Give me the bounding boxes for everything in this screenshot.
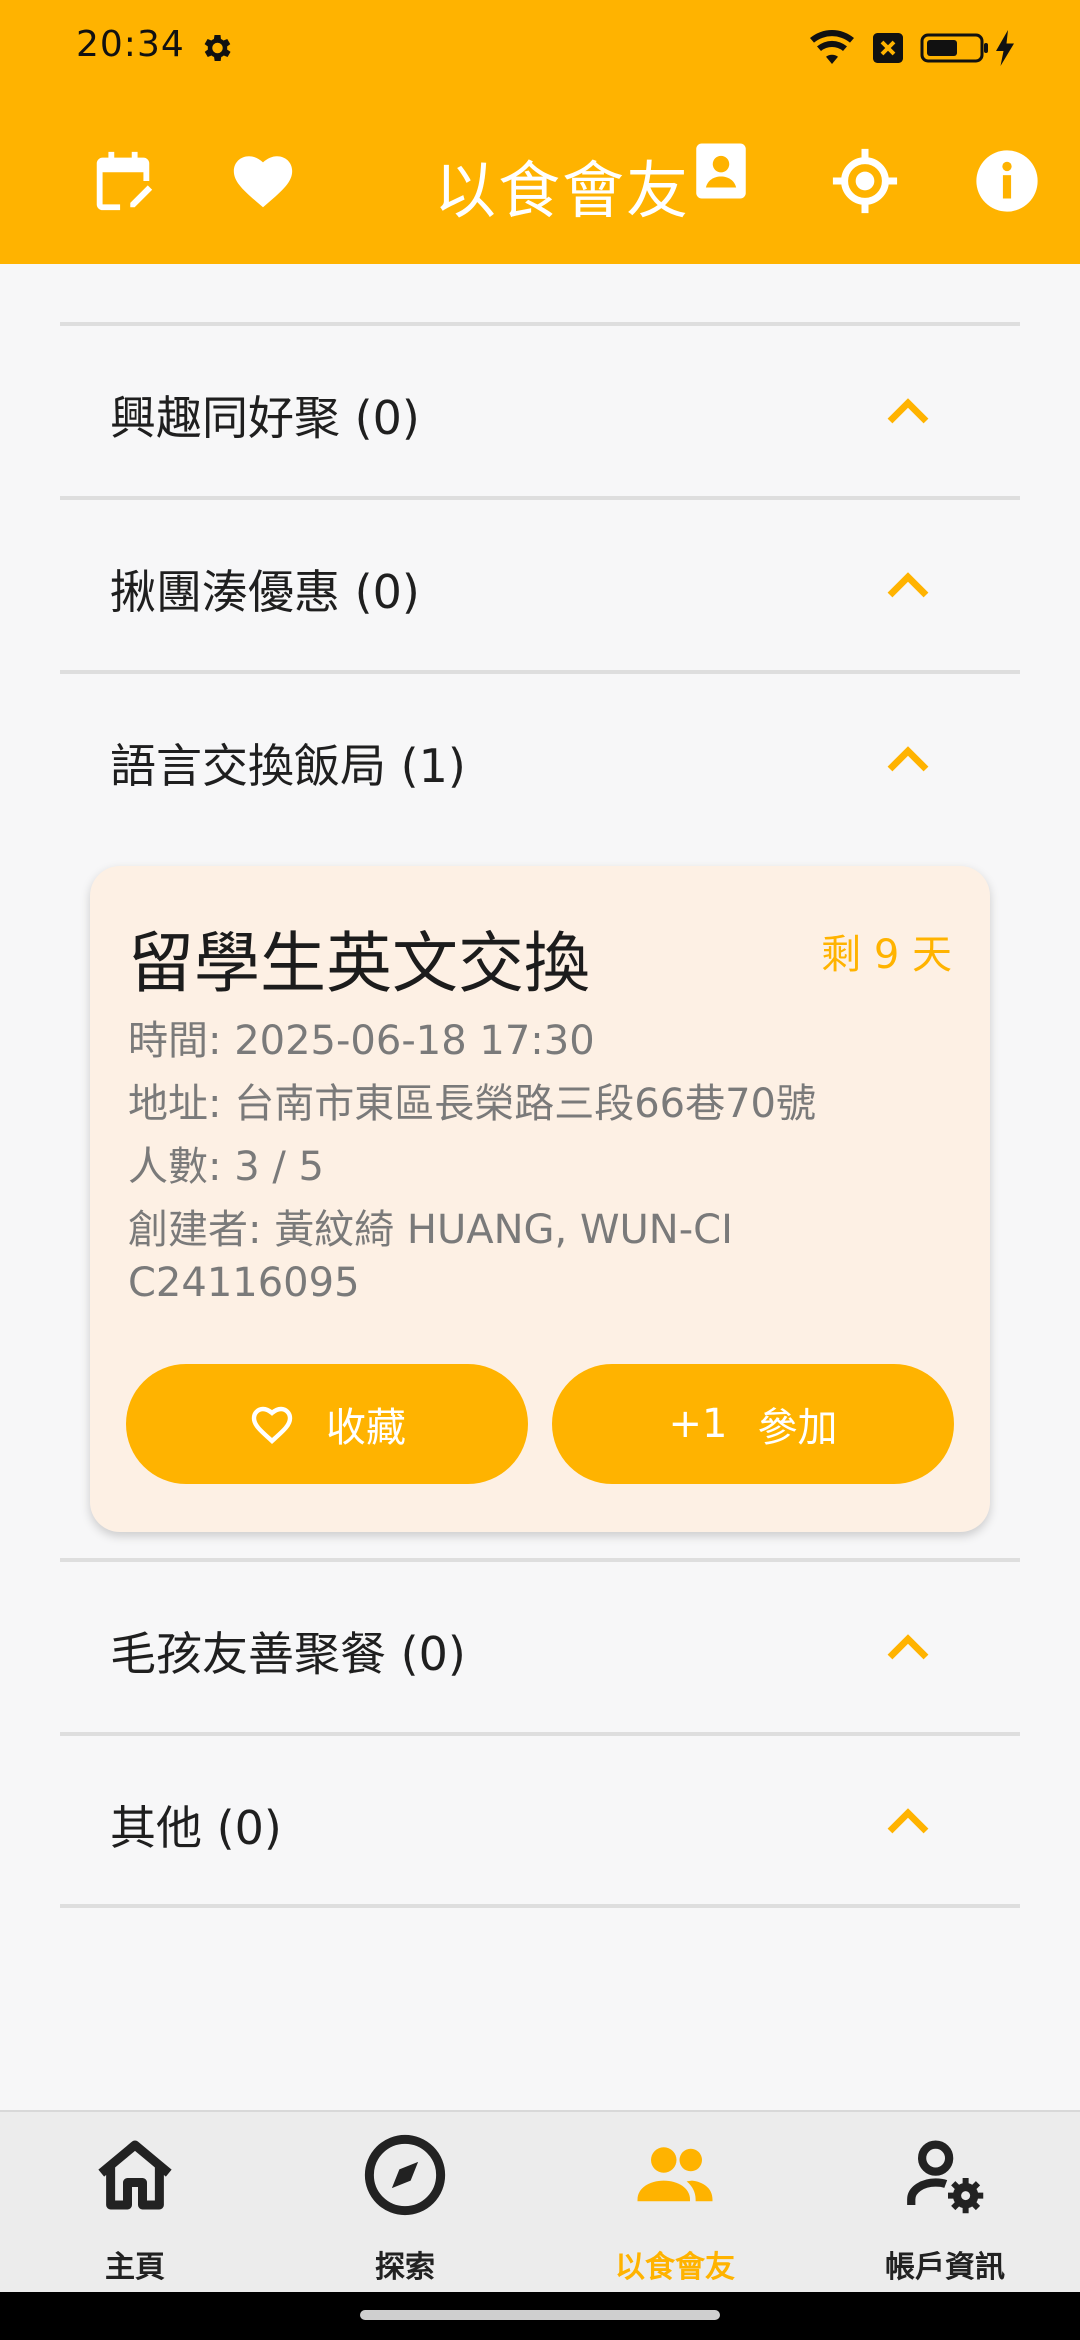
plus-one-icon: +1 [668,1401,728,1447]
nav-explore[interactable]: 探索 [270,2112,540,2294]
settings-gear-icon [204,34,231,62]
account-settings-icon [907,2140,984,2214]
section-group-deals[interactable]: 揪團湊優惠 (0) [60,500,1020,670]
event-time: 時間: 2025-06-18 17:30 [128,1018,595,1064]
favorite-label: 收藏 [326,1405,406,1451]
section-title: 毛孩友善聚餐 (0) [110,1627,466,1681]
section-title: 揪團湊優惠 (0) [110,565,420,619]
bottom-navigation: 主頁 探索 以食會友 帳戶資訊 [0,2110,1080,2294]
home-icon [98,2140,172,2210]
status-time: 20:34 [76,24,185,65]
nav-label: 帳戶資訊 [885,2250,1005,2285]
nav-home[interactable]: 主頁 [0,2112,270,2294]
days-remaining: 剩 9 天 [821,932,952,978]
event-creator-id: C24116095 [128,1260,360,1306]
section-language-exchange[interactable]: 語言交換飯局 (1) [60,674,1020,844]
section-title: 興趣同好聚 (0) [110,391,420,445]
status-bar: 20:34 [0,0,1080,96]
event-title: 留學生英文交換 [128,925,590,1002]
gesture-bar [0,2292,1080,2340]
nav-meet-friends[interactable]: 以食會友 [540,2112,810,2294]
event-address: 地址: 台南市東區長榮路三段66巷70號 [128,1081,816,1127]
event-people: 人數: 3 / 5 [128,1144,324,1190]
app-title: 以食會友 [434,154,691,227]
chevron-up-icon [887,1634,929,1660]
charging-bolt-icon [996,30,1014,66]
event-creator: 創建者: 黃紋綺 HUANG, WUN-CI [128,1207,733,1253]
app-bar: 以食會友 [0,96,1080,264]
battery-icon [920,33,988,63]
people-group-icon [637,2147,713,2202]
join-label: 參加 [757,1405,838,1451]
section-title: 其他 (0) [110,1801,282,1855]
contact-card-icon[interactable] [688,138,754,204]
info-icon[interactable] [972,146,1042,216]
chevron-up-icon [887,746,929,772]
wifi-icon [810,30,854,64]
section-pet-friendly[interactable]: 毛孩友善聚餐 (0) [60,1562,1020,1732]
nav-label: 探索 [375,2250,435,2285]
event-card[interactable]: 留學生英文交換 剩 9 天 時間: 2025-06-18 17:30 地址: 台… [90,866,990,1532]
divider [60,1904,1020,1908]
home-gesture-handle[interactable] [360,2310,720,2320]
section-interest[interactable]: 興趣同好聚 (0) [60,326,1020,496]
no-sim-icon [873,33,903,63]
chevron-up-icon [887,1808,929,1834]
compass-icon [364,2134,446,2216]
nav-label: 以食會友 [615,2250,735,2285]
chevron-up-icon [887,572,929,598]
section-title: 語言交換飯局 (1) [110,739,466,793]
section-other[interactable]: 其他 (0) [60,1736,1020,1906]
chevron-up-icon [887,398,929,424]
favorite-heart-icon[interactable] [228,146,298,216]
calendar-edit-icon[interactable] [88,146,158,216]
location-target-icon[interactable] [830,146,900,216]
favorite-button[interactable]: 收藏 [126,1364,528,1484]
heart-outline-icon [251,1406,293,1444]
nav-label: 主頁 [105,2250,165,2285]
join-button[interactable]: +1 參加 [552,1364,954,1484]
nav-account[interactable]: 帳戶資訊 [810,2112,1080,2294]
